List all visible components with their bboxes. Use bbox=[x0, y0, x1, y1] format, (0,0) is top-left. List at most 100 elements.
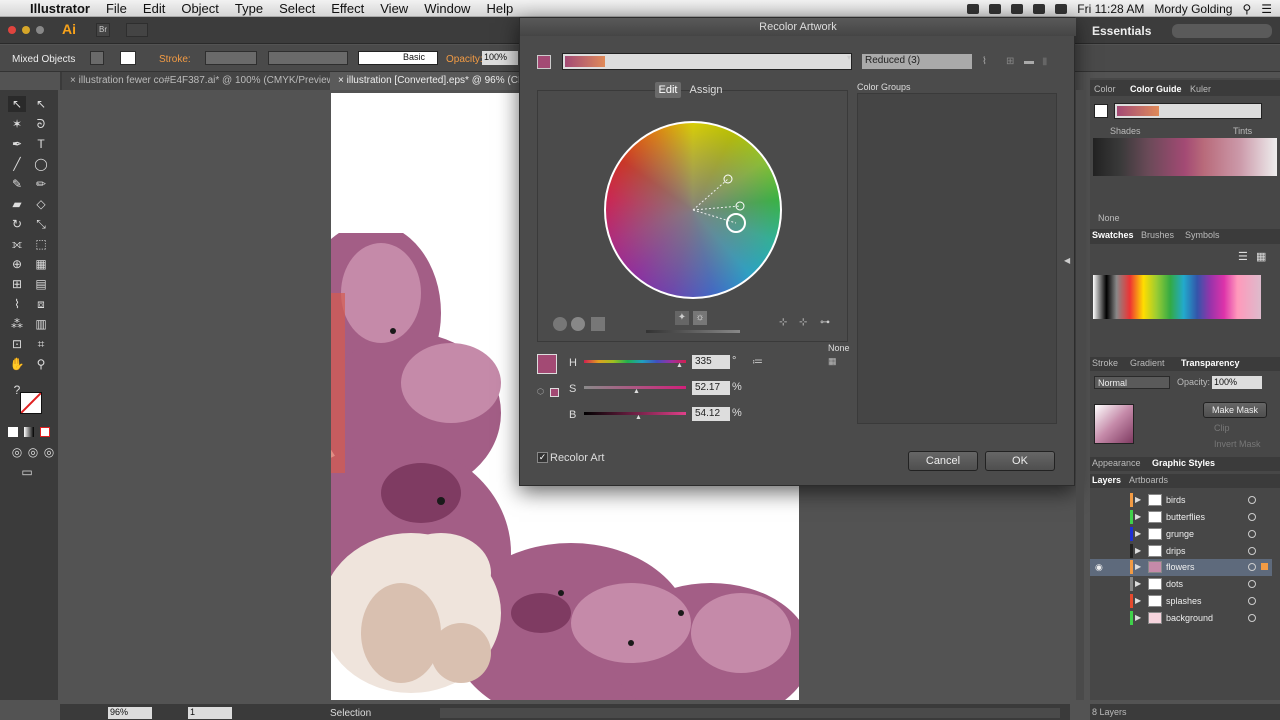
slice-tool-icon[interactable]: ⌗ bbox=[32, 336, 50, 352]
clock[interactable]: Fri 11:28 AM bbox=[1077, 2, 1144, 16]
current-tool-status[interactable]: Selection bbox=[330, 708, 371, 719]
draw-inside-icon[interactable]: ◎ bbox=[40, 444, 58, 460]
target-icon[interactable] bbox=[1248, 547, 1256, 555]
brush-definition[interactable]: Basic bbox=[358, 51, 438, 65]
brightness-field[interactable]: 54.12 bbox=[692, 407, 730, 421]
tab-graphic-styles[interactable]: Graphic Styles bbox=[1152, 458, 1215, 468]
transparency-opacity-field[interactable]: 100% bbox=[1212, 376, 1262, 389]
opacity-label[interactable]: Opacity: bbox=[446, 54, 483, 65]
artboard-number-field[interactable]: 1 bbox=[188, 707, 232, 719]
layer-row-selected[interactable]: ◉ ▶ flowers bbox=[1090, 559, 1272, 576]
color-mode-menu-icon[interactable]: ≔ bbox=[752, 355, 763, 368]
current-colors-field[interactable] bbox=[562, 53, 852, 70]
save-group-icon[interactable]: ⊞ bbox=[1006, 56, 1018, 68]
link-harmony-icon[interactable]: ⊶ bbox=[820, 317, 832, 329]
wheel-handles[interactable] bbox=[606, 123, 780, 297]
add-color-tool-icon[interactable]: ⊹ bbox=[779, 317, 791, 329]
tab-layers[interactable]: Layers bbox=[1092, 475, 1121, 485]
lasso-tool-icon[interactable]: ᘐ bbox=[32, 116, 50, 132]
tab-stroke[interactable]: Stroke bbox=[1092, 358, 1118, 368]
make-mask-button[interactable]: Make Mask bbox=[1203, 402, 1267, 418]
type-tool-icon[interactable]: T bbox=[32, 136, 50, 152]
color-groups-list[interactable] bbox=[857, 93, 1057, 424]
gradient-mode-icon[interactable] bbox=[24, 427, 34, 437]
visibility-eye-icon[interactable]: ◉ bbox=[1095, 562, 1103, 573]
direct-selection-tool-icon[interactable]: ↖ bbox=[32, 96, 50, 112]
tab-assign[interactable]: Assign bbox=[686, 82, 726, 98]
selection-tool-icon[interactable]: ↖ bbox=[8, 96, 26, 112]
layer-name[interactable]: flowers bbox=[1166, 562, 1195, 572]
menu-object[interactable]: Object bbox=[173, 1, 227, 16]
tab-kuler[interactable]: Kuler bbox=[1190, 84, 1211, 94]
saturation-slider-thumb[interactable]: ▲ bbox=[633, 388, 640, 395]
ok-button[interactable]: OK bbox=[985, 451, 1055, 471]
expand-icon[interactable]: ▶ bbox=[1135, 529, 1141, 538]
zoom-tool-icon[interactable]: ⚲ bbox=[32, 356, 50, 372]
fill-swatch[interactable] bbox=[90, 51, 104, 65]
layer-name[interactable]: splashes bbox=[1166, 596, 1202, 606]
web-safe-swatch[interactable] bbox=[550, 388, 559, 397]
hue-field[interactable]: 335 bbox=[692, 355, 730, 369]
layer-row[interactable]: ▶ splashes bbox=[1090, 593, 1272, 610]
saturation-icon[interactable]: ☼ bbox=[693, 311, 707, 325]
hand-tool-icon[interactable]: ✋ bbox=[8, 356, 26, 372]
blob-brush-tool-icon[interactable]: ▰ bbox=[8, 196, 26, 212]
stroke-weight-field[interactable] bbox=[205, 51, 257, 65]
color-library-icon[interactable]: ▦ bbox=[828, 356, 846, 366]
menu-app[interactable]: Illustrator bbox=[22, 1, 98, 16]
perspective-grid-tool-icon[interactable]: ▦ bbox=[32, 256, 50, 272]
variable-width-profile[interactable] bbox=[268, 51, 348, 65]
stroke-swatch[interactable] bbox=[120, 51, 136, 65]
line-tool-icon[interactable]: ╱ bbox=[8, 156, 26, 172]
free-transform-tool-icon[interactable]: ⬚ bbox=[32, 236, 50, 252]
color-bars-icon[interactable] bbox=[591, 317, 605, 331]
hue-slider-thumb[interactable]: ▲ bbox=[676, 362, 683, 369]
stroke-label[interactable]: Stroke: bbox=[159, 54, 191, 65]
symbol-sprayer-tool-icon[interactable]: ⁂ bbox=[8, 316, 26, 332]
layer-row[interactable]: ▶ birds bbox=[1090, 492, 1272, 509]
colors-dropdown-icon[interactable]: ▾ bbox=[847, 53, 855, 70]
new-folder-icon[interactable]: ▬ bbox=[1024, 56, 1036, 68]
arrange-documents-button[interactable] bbox=[126, 23, 148, 37]
artboard-tool-icon[interactable]: ⊡ bbox=[8, 336, 26, 352]
tab-artboards[interactable]: Artboards bbox=[1129, 475, 1168, 485]
menu-view[interactable]: View bbox=[372, 1, 416, 16]
harmony-rules-dropdown[interactable] bbox=[1114, 103, 1262, 119]
expand-icon[interactable]: ▶ bbox=[1135, 579, 1141, 588]
screen-mode-icon[interactable]: ▭ bbox=[18, 464, 36, 480]
eraser-tool-icon[interactable]: ◇ bbox=[32, 196, 50, 212]
brightness-value-slider-thumb[interactable]: ▲ bbox=[635, 414, 642, 421]
spotlight-icon[interactable]: ⚲ bbox=[1242, 2, 1251, 16]
selected-color-swatch[interactable] bbox=[537, 354, 557, 374]
tab-swatches[interactable]: Swatches bbox=[1092, 230, 1134, 240]
tab-close-icon[interactable]: × bbox=[70, 75, 79, 86]
wifi-icon[interactable] bbox=[1011, 3, 1024, 14]
layer-row[interactable]: ▶ drips bbox=[1090, 543, 1272, 560]
gradient-tool-icon[interactable]: ▤ bbox=[32, 276, 50, 292]
layer-row[interactable]: ▶ grunge bbox=[1090, 526, 1272, 543]
segmented-wheel-icon[interactable] bbox=[571, 317, 585, 331]
close-window-icon[interactable] bbox=[8, 26, 16, 34]
rotate-tool-icon[interactable]: ↻ bbox=[8, 216, 26, 232]
expand-icon[interactable]: ▶ bbox=[1135, 562, 1141, 571]
battery-icon[interactable] bbox=[1055, 3, 1068, 14]
menu-file[interactable]: File bbox=[98, 1, 135, 16]
shape-builder-tool-icon[interactable]: ⊕ bbox=[8, 256, 26, 272]
blend-tool-icon[interactable]: ⧈ bbox=[32, 296, 50, 312]
user-name[interactable]: Mordy Golding bbox=[1154, 2, 1232, 16]
tab-symbols[interactable]: Symbols bbox=[1185, 230, 1220, 240]
tab-color-guide[interactable]: Color Guide bbox=[1130, 84, 1182, 94]
target-icon[interactable] bbox=[1248, 530, 1256, 538]
target-icon[interactable] bbox=[1248, 597, 1256, 605]
mesh-tool-icon[interactable]: ⊞ bbox=[8, 276, 26, 292]
tab-document-2[interactable]: × illustration [Converted].eps* @ 96% (C… bbox=[330, 72, 520, 90]
target-icon[interactable] bbox=[1248, 563, 1256, 571]
layer-name[interactable]: background bbox=[1166, 613, 1213, 623]
pencil-tool-icon[interactable]: ✏ bbox=[32, 176, 50, 192]
search-input[interactable] bbox=[1172, 24, 1272, 38]
target-icon[interactable] bbox=[1248, 496, 1256, 504]
tab-gradient[interactable]: Gradient bbox=[1130, 358, 1165, 368]
grid-view-icon[interactable]: ▦ bbox=[1256, 250, 1266, 263]
color-wheel[interactable] bbox=[604, 121, 782, 299]
smooth-wheel-icon[interactable] bbox=[553, 317, 567, 331]
